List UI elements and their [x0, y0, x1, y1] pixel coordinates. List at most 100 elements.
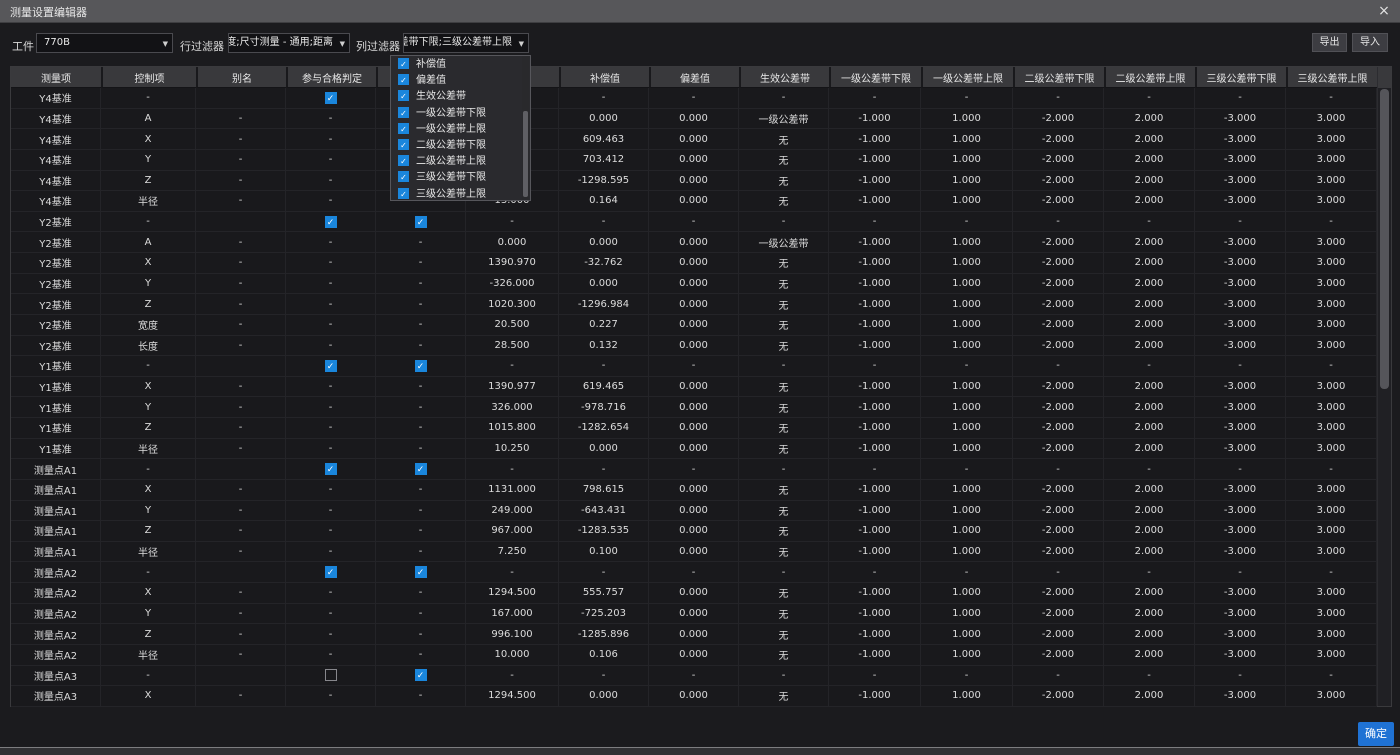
table-cell[interactable]: -2.000	[1013, 583, 1104, 604]
table-cell[interactable]: -3.000	[1195, 274, 1286, 295]
table-cell[interactable]	[196, 212, 286, 233]
table-cell[interactable]: 10.250	[466, 439, 559, 460]
table-cell[interactable]	[196, 88, 286, 109]
table-cell[interactable]: 测量点A2	[11, 645, 101, 666]
table-cell[interactable]: 0.000	[649, 171, 739, 192]
dropdown-item[interactable]: ✓一级公差带上限	[391, 121, 530, 137]
table-cell[interactable]: 1.000	[921, 542, 1013, 563]
table-cell[interactable]: -2.000	[1013, 336, 1104, 357]
table-cell[interactable]: Z	[101, 418, 196, 439]
table-cell[interactable]: 0.000	[649, 253, 739, 274]
table-cell[interactable]: -	[1195, 666, 1286, 687]
dropdown-scrollbar-thumb[interactable]	[523, 111, 528, 197]
table-cell[interactable]: Y	[101, 150, 196, 171]
table-cell[interactable]: 2.000	[1104, 129, 1195, 150]
table-cell[interactable]: -	[286, 439, 376, 460]
table-cell[interactable]: -	[286, 418, 376, 439]
table-cell[interactable]: 0.000	[649, 521, 739, 542]
checkbox-checked-icon[interactable]: ✓	[398, 139, 409, 150]
scrollbar-thumb[interactable]	[1380, 89, 1389, 389]
table-cell[interactable]: Y2基准	[11, 212, 101, 233]
table-cell[interactable]: ✓	[376, 562, 466, 583]
table-cell[interactable]: 167.000	[466, 604, 559, 625]
table-cell[interactable]: 2.000	[1104, 191, 1195, 212]
table-cell[interactable]: 1015.800	[466, 418, 559, 439]
table-cell[interactable]: -	[196, 274, 286, 295]
table-cell[interactable]: -	[286, 171, 376, 192]
table-cell[interactable]: -	[1104, 88, 1195, 109]
table-cell[interactable]: -	[1195, 459, 1286, 480]
column-header[interactable]: 偏差值	[649, 67, 739, 88]
table-cell[interactable]: -	[196, 604, 286, 625]
table-cell[interactable]: 3.000	[1286, 521, 1377, 542]
table-cell[interactable]: -	[376, 336, 466, 357]
table-cell[interactable]: 0.000	[559, 109, 649, 130]
table-cell[interactable]: 半径	[101, 191, 196, 212]
table-cell[interactable]: -	[1013, 88, 1104, 109]
checkbox-checked-icon[interactable]: ✓	[398, 107, 409, 118]
table-cell[interactable]: -	[286, 109, 376, 130]
table-cell[interactable]: 1.000	[921, 439, 1013, 460]
table-cell[interactable]: -	[921, 88, 1013, 109]
table-cell[interactable]: 1390.970	[466, 253, 559, 274]
table-cell[interactable]: -3.000	[1195, 397, 1286, 418]
table-cell[interactable]: 半径	[101, 542, 196, 563]
table-cell[interactable]: -	[649, 88, 739, 109]
table-cell[interactable]: -2.000	[1013, 418, 1104, 439]
table-cell[interactable]: -3.000	[1195, 253, 1286, 274]
table-cell[interactable]: 3.000	[1286, 315, 1377, 336]
table-cell[interactable]: -	[196, 150, 286, 171]
table-cell[interactable]: 20.500	[466, 315, 559, 336]
table-cell[interactable]: -2.000	[1013, 542, 1104, 563]
table-cell[interactable]: -	[196, 253, 286, 274]
table-cell[interactable]: -1285.896	[559, 624, 649, 645]
table-cell[interactable]: -2.000	[1013, 253, 1104, 274]
table-cell[interactable]: Y2基准	[11, 336, 101, 357]
checkbox-checked-icon[interactable]: ✓	[325, 360, 337, 372]
table-cell[interactable]: -	[196, 294, 286, 315]
close-icon[interactable]: ×	[1375, 2, 1393, 20]
table-cell[interactable]: -3.000	[1195, 418, 1286, 439]
table-cell[interactable]: -	[739, 88, 829, 109]
table-cell[interactable]: -	[739, 459, 829, 480]
table-cell[interactable]: X	[101, 480, 196, 501]
table-cell[interactable]: -	[1286, 562, 1377, 583]
table-cell[interactable]: 1.000	[921, 150, 1013, 171]
table-cell[interactable]: X	[101, 129, 196, 150]
table-cell[interactable]: -1.000	[829, 129, 921, 150]
table-cell[interactable]: -1.000	[829, 109, 921, 130]
table-cell[interactable]: -3.000	[1195, 232, 1286, 253]
table-cell[interactable]: 测量点A2	[11, 604, 101, 625]
table-cell[interactable]: A	[101, 109, 196, 130]
table-cell[interactable]: -3.000	[1195, 294, 1286, 315]
table-cell[interactable]: -1.000	[829, 397, 921, 418]
ok-button[interactable]: 确定	[1358, 722, 1394, 746]
table-cell[interactable]: 28.500	[466, 336, 559, 357]
table-cell[interactable]: -	[196, 109, 286, 130]
table-cell[interactable]: -3.000	[1195, 542, 1286, 563]
table-cell[interactable]: 1.000	[921, 397, 1013, 418]
column-header[interactable]: 生效公差带	[739, 67, 829, 88]
checkbox-checked-icon[interactable]: ✓	[398, 58, 409, 69]
table-cell[interactable]: 无	[739, 253, 829, 274]
table-cell[interactable]: -	[739, 212, 829, 233]
table-cell[interactable]: -	[649, 562, 739, 583]
table-cell[interactable]: 2.000	[1104, 686, 1195, 707]
table-cell[interactable]: 249.000	[466, 501, 559, 522]
table-cell[interactable]: -	[286, 377, 376, 398]
table-cell[interactable]: -	[376, 480, 466, 501]
table-cell[interactable]: -2.000	[1013, 129, 1104, 150]
checkbox-unchecked-icon[interactable]	[325, 669, 337, 681]
table-cell[interactable]: 测量点A2	[11, 624, 101, 645]
table-vertical-scrollbar[interactable]	[1377, 67, 1391, 706]
table-cell[interactable]: -	[829, 562, 921, 583]
table-cell[interactable]: 0.000	[649, 604, 739, 625]
table-cell[interactable]: -2.000	[1013, 686, 1104, 707]
table-cell[interactable]: Z	[101, 521, 196, 542]
table-cell[interactable]: 0.000	[649, 501, 739, 522]
table-cell[interactable]: 1020.300	[466, 294, 559, 315]
table-cell[interactable]: 0.000	[649, 583, 739, 604]
checkbox-checked-icon[interactable]: ✓	[325, 216, 337, 228]
table-cell[interactable]: -	[101, 212, 196, 233]
table-cell[interactable]: -	[376, 253, 466, 274]
